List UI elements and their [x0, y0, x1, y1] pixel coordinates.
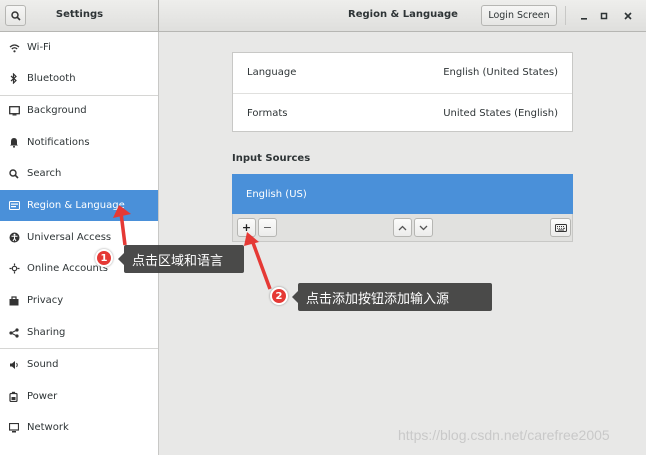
annotation-step-2-text: 点击添加按钮添加输入源	[306, 291, 450, 307]
annotation-step-1-text: 点击区域和语言	[132, 253, 224, 269]
annotation-step-1-callout: 点击区域和语言	[118, 245, 244, 273]
watermark: https://blog.csdn.net/carefree2005	[398, 427, 610, 443]
annotation-arrows	[113, 205, 272, 290]
annotation-step-1-badge: 1	[95, 249, 113, 267]
annotation-step-2-badge: 2	[270, 287, 288, 305]
annotation-step-2-callout: 点击添加按钮添加输入源	[292, 283, 492, 311]
